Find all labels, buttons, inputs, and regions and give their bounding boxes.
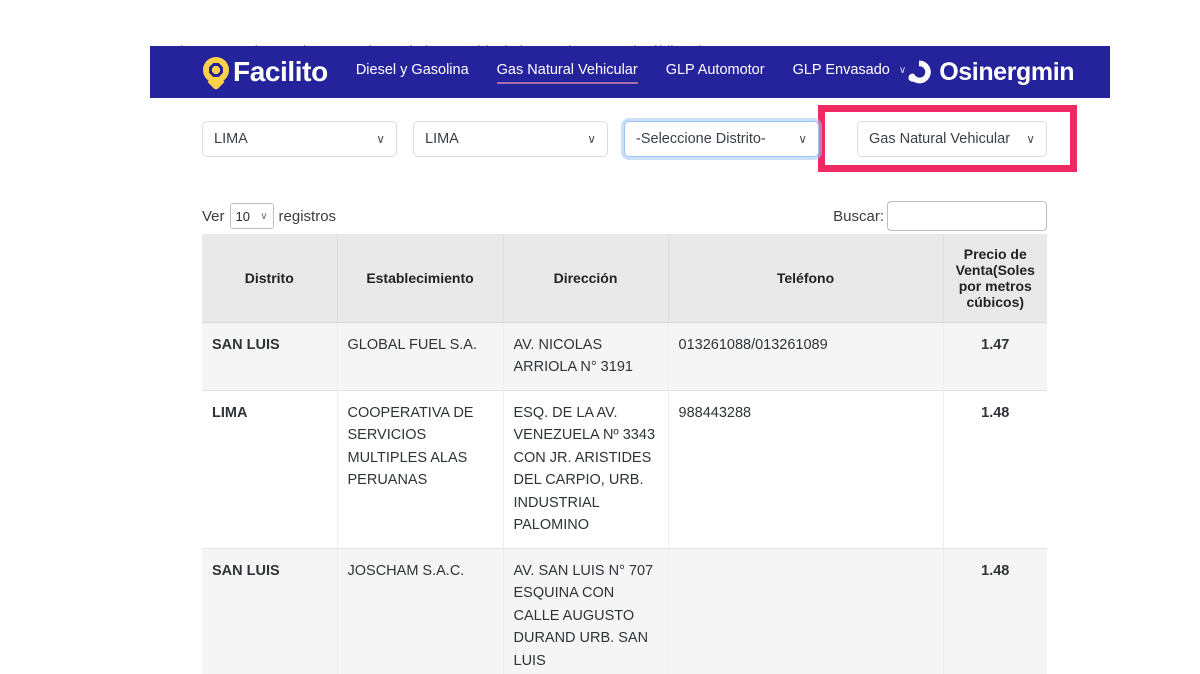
cell-direccion: AV. NICOLAS ARRIOLA N° 3191: [503, 322, 669, 391]
chevron-down-icon: ∨: [260, 210, 268, 222]
results-table-wrapper: Distrito Establecimiento Dirección Teléf…: [202, 234, 1047, 674]
cell-direccion: ESQ. DE LA AV. VENEZUELA Nº 3343 CON JR.…: [503, 389, 669, 549]
column-header-telefono[interactable]: Teléfono: [668, 234, 944, 323]
table-row[interactable]: SAN LUIS JOSCHAM S.A.C. AV. SAN LUIS N° …: [202, 547, 1047, 674]
distrito-select[interactable]: -Seleccione Distrito- ∨: [624, 121, 819, 157]
departamento-select[interactable]: LIMA ∨: [202, 121, 397, 157]
datatable-length-control: Ver 10 ∨ registros: [202, 203, 336, 229]
results-table: Distrito Establecimiento Dirección Teléf…: [202, 234, 1047, 674]
cell-direccion: AV. SAN LUIS N° 707 ESQUINA CON CALLE AU…: [503, 547, 669, 674]
osinergmin-swirl-icon: [908, 60, 931, 84]
datatable-search-control: Buscar:: [833, 201, 1047, 231]
chevron-down-icon: ∨: [1026, 132, 1035, 146]
facilito-brand[interactable]: Facilito: [203, 56, 328, 91]
column-header-precio[interactable]: Precio de Venta(Soles por metros cúbicos…: [943, 234, 1047, 323]
provincia-value: LIMA: [425, 131, 459, 147]
main-navbar: Facilito Diesel y Gasolina Gas Natural V…: [150, 46, 1110, 98]
cell-telefono: [668, 547, 944, 674]
osinergmin-name: Osinergmin: [939, 57, 1075, 86]
nav-link-diesel-y-gasolina[interactable]: Diesel y Gasolina: [356, 62, 469, 83]
producto-value: Gas Natural Vehicular: [869, 131, 1011, 147]
osinergmin-brand[interactable]: Osinergmin: [906, 57, 1075, 87]
brand-name: Facilito: [233, 56, 328, 87]
cell-establecimiento: GLOBAL FUEL S.A.: [337, 322, 504, 391]
nav-link-label: Diesel y Gasolina: [355, 61, 469, 78]
cell-distrito: SAN LUIS: [202, 547, 338, 674]
cell-telefono: 013261088/013261089: [668, 322, 944, 391]
search-input[interactable]: [887, 201, 1047, 231]
length-suffix-label: registros: [278, 207, 337, 225]
cell-telefono: 988443288: [668, 389, 944, 549]
distrito-value: -Seleccione Distrito-: [636, 131, 766, 147]
table-header-row: Distrito Establecimiento Dirección Teléf…: [202, 234, 1047, 323]
table-body: SAN LUIS GLOBAL FUEL S.A. AV. NICOLAS AR…: [202, 322, 1047, 674]
cell-precio: 1.48: [943, 389, 1047, 549]
datatable-controls: Ver 10 ∨ registros Buscar:: [202, 201, 1047, 231]
nav-link-label: Gas Natural Vehicular: [496, 61, 638, 78]
nav-link-label: GLP Envasado: [792, 61, 890, 78]
chevron-down-icon: ∨: [587, 132, 596, 146]
cell-establecimiento: COOPERATIVA DE SERVICIOS MULTIPLES ALAS …: [337, 389, 504, 549]
cell-distrito: SAN LUIS: [202, 322, 338, 391]
nav-link-gas-natural-vehicular[interactable]: Gas Natural Vehicular: [496, 61, 638, 84]
column-header-direccion[interactable]: Dirección: [503, 234, 669, 323]
chevron-down-icon: ∨: [898, 64, 907, 76]
cell-precio: 1.47: [943, 322, 1047, 391]
page-length-select[interactable]: 10 ∨: [229, 203, 274, 229]
nav-link-label: GLP Automotor: [665, 61, 765, 78]
departamento-value: LIMA: [214, 131, 248, 147]
page-length-value: 10: [235, 208, 250, 224]
map-pin-icon: [203, 57, 229, 91]
length-prefix-label: Ver: [202, 207, 225, 225]
cell-distrito: LIMA: [202, 389, 338, 549]
nav-links: Diesel y Gasolina Gas Natural Vehicular …: [356, 61, 907, 84]
table-row[interactable]: LIMA COOPERATIVA DE SERVICIOS MULTIPLES …: [202, 389, 1047, 549]
cell-precio: 1.48: [943, 547, 1047, 674]
search-label: Buscar:: [833, 207, 884, 225]
table-header: Distrito Establecimiento Dirección Teléf…: [202, 234, 1047, 323]
chevron-down-icon: ∨: [798, 132, 807, 146]
nav-link-glp-automotor[interactable]: GLP Automotor: [666, 62, 765, 83]
cell-establecimiento: JOSCHAM S.A.C.: [337, 547, 504, 674]
provincia-select[interactable]: LIMA ∨: [413, 121, 608, 157]
filters-row: LIMA ∨ LIMA ∨ -Seleccione Distrito- ∨ Ga…: [202, 121, 1047, 157]
table-row[interactable]: SAN LUIS GLOBAL FUEL S.A. AV. NICOLAS AR…: [202, 322, 1047, 391]
producto-select[interactable]: Gas Natural Vehicular ∨: [857, 121, 1047, 157]
nav-link-glp-envasado[interactable]: GLP Envasado ∨: [793, 62, 907, 83]
chevron-down-icon: ∨: [376, 132, 385, 146]
column-header-distrito[interactable]: Distrito: [202, 234, 338, 323]
column-header-establecimiento[interactable]: Establecimiento: [337, 234, 504, 323]
